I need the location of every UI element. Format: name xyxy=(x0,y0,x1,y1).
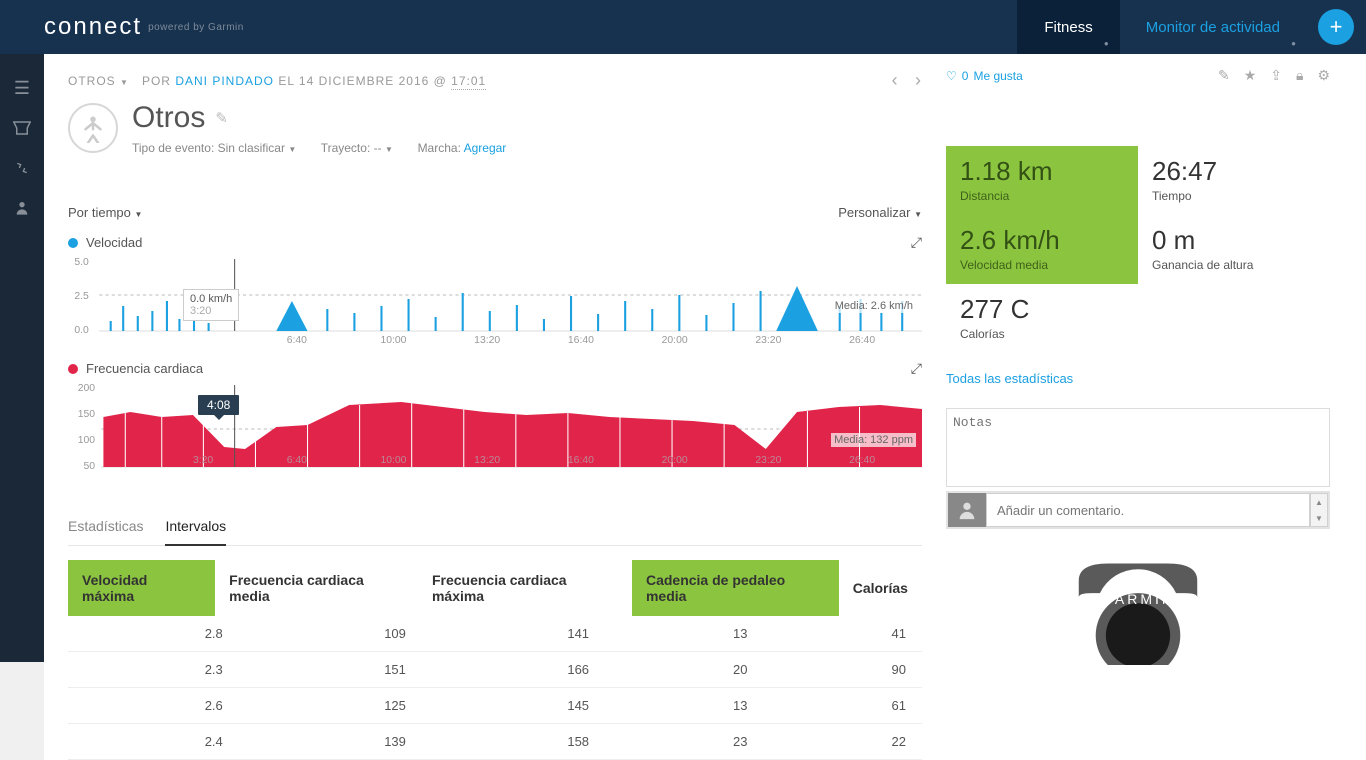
svg-text:6:40: 6:40 xyxy=(287,455,308,466)
svg-text:6:40: 6:40 xyxy=(287,335,308,346)
comment-stepper[interactable]: ▲▼ xyxy=(1310,493,1328,527)
svg-text:23:20: 23:20 xyxy=(755,335,781,346)
hr-swatch xyxy=(68,364,78,374)
activity-type-icon xyxy=(68,103,118,153)
table-header[interactable]: Velocidad máxima xyxy=(68,560,215,616)
logo: connect xyxy=(44,13,142,41)
sync-icon[interactable] xyxy=(0,148,44,188)
share-icon[interactable]: ⇪ xyxy=(1270,67,1282,84)
edit-icon[interactable]: ✎ xyxy=(1218,67,1230,84)
app-header: connect powered by Garmin Fitness ● Moni… xyxy=(0,0,1366,54)
comment-input-wrap: ▲▼ xyxy=(946,491,1330,529)
hr-chart: Frecuencia cardiaca ⤢ 200 150 100 50 3:2… xyxy=(68,360,922,482)
stat-box: 277 CCalorías xyxy=(946,284,1138,353)
header-nav: Fitness ● Monitor de actividad ● + xyxy=(1017,0,1366,54)
table-header[interactable]: Frecuencia cardiaca máxima xyxy=(418,560,632,616)
stat-box: 26:47Tiempo xyxy=(1138,146,1330,215)
table-row: 2.31511662090 xyxy=(68,652,922,688)
speed-tooltip: 0.0 km/h 3:20 xyxy=(183,289,239,321)
stat-box: 1.18 kmDistancia xyxy=(946,146,1138,215)
add-button[interactable]: + xyxy=(1318,9,1354,45)
breadcrumb: OTROS ▼ POR DANI PINDADO EL 14 DICIEMBRE… xyxy=(68,70,922,91)
svg-text:150: 150 xyxy=(78,409,96,420)
svg-text:20:00: 20:00 xyxy=(662,455,688,466)
add-gear-link[interactable]: Agregar xyxy=(464,141,507,155)
tab-fitness-label: Fitness xyxy=(1044,19,1092,36)
svg-text:23:20: 23:20 xyxy=(755,455,781,466)
tab-intervals[interactable]: Intervalos xyxy=(165,508,226,546)
left-rail: ☰ xyxy=(0,54,44,662)
tab-activity-monitor-label: Monitor de actividad xyxy=(1146,19,1280,36)
logo-subtitle: powered by Garmin xyxy=(148,22,244,33)
inbox-icon[interactable] xyxy=(0,108,44,148)
chart-customize[interactable]: Personalizar ▼ xyxy=(838,205,922,220)
profile-icon[interactable] xyxy=(0,188,44,228)
svg-text:26:40: 26:40 xyxy=(849,455,875,466)
avatar xyxy=(948,493,986,527)
tab-fitness[interactable]: Fitness ● xyxy=(1017,0,1118,54)
svg-text:5.0: 5.0 xyxy=(74,257,89,268)
comment-input[interactable] xyxy=(986,493,1310,527)
svg-text:50: 50 xyxy=(84,461,96,472)
activity-title: Otros xyxy=(132,101,205,135)
table-row: 2.61251451361 xyxy=(68,688,922,724)
all-stats-link[interactable]: Todas las estadísticas xyxy=(946,371,1073,386)
table-header[interactable]: Calorías xyxy=(839,560,922,616)
notes-box[interactable] xyxy=(946,408,1330,487)
svg-text:2.5: 2.5 xyxy=(74,291,89,302)
event-type[interactable]: Tipo de evento: Sin clasificar xyxy=(132,141,285,155)
svg-text:0.0: 0.0 xyxy=(74,325,89,336)
svg-text:16:40: 16:40 xyxy=(568,335,594,346)
interval-table: Velocidad máximaFrecuencia cardiaca medi… xyxy=(68,560,922,616)
edit-title-icon[interactable]: ✎ xyxy=(215,109,228,127)
svg-text:16:40: 16:40 xyxy=(568,455,594,466)
svg-text:200: 200 xyxy=(78,383,96,394)
notes-textarea[interactable] xyxy=(953,415,1323,477)
speed-chart: Velocidad ⤢ 5.0 2.5 0.0 xyxy=(68,234,922,346)
lock-icon[interactable]: 🔒︎ xyxy=(1296,67,1303,84)
hr-cursor-badge: 4:08 xyxy=(198,395,239,415)
svg-text:20:00: 20:00 xyxy=(662,335,688,346)
tab-stats[interactable]: Estadísticas xyxy=(68,508,143,545)
star-icon[interactable]: ★ xyxy=(1244,67,1257,84)
course[interactable]: Trayecto: -- xyxy=(321,141,382,155)
next-icon[interactable]: › xyxy=(915,70,922,90)
hr-avg-label: Media: 132 ppm xyxy=(831,433,916,447)
table-header[interactable]: Cadencia de pedaleo media xyxy=(632,560,839,616)
svg-text:3:20: 3:20 xyxy=(193,455,214,466)
device-image: GARMIN xyxy=(946,555,1330,665)
svg-text:13:20: 13:20 xyxy=(474,335,500,346)
chart-xaxis-mode[interactable]: Por tiempo ▼ xyxy=(68,205,142,220)
expand-icon[interactable]: ⤢ xyxy=(911,234,922,251)
expand-icon[interactable]: ⤢ xyxy=(911,360,922,377)
svg-text:10:00: 10:00 xyxy=(380,335,406,346)
bc-time[interactable]: 17:01 xyxy=(451,74,486,90)
bc-user-link[interactable]: DANI PINDADO xyxy=(175,74,274,88)
stat-box: 2.6 km/hVelocidad media xyxy=(946,215,1138,284)
tab-activity-monitor[interactable]: Monitor de actividad ● xyxy=(1119,0,1306,54)
heart-icon: ♡ xyxy=(946,69,957,83)
svg-text:10:00: 10:00 xyxy=(380,455,406,466)
svg-text:100: 100 xyxy=(78,435,96,446)
menu-icon[interactable]: ☰ xyxy=(0,68,44,108)
table-header[interactable]: Frecuencia cardiaca media xyxy=(215,560,418,616)
prev-icon[interactable]: ‹ xyxy=(892,70,899,90)
stat-box: 0 mGanancia de altura xyxy=(1138,215,1330,284)
speed-avg-label: Media: 2.6 km/h xyxy=(832,299,916,313)
svg-text:13:20: 13:20 xyxy=(474,455,500,466)
table-row: 2.81091411341 xyxy=(68,616,922,652)
bc-category[interactable]: OTROS xyxy=(68,74,116,88)
gear-icon[interactable]: ⚙ xyxy=(1317,67,1330,84)
speed-swatch xyxy=(68,238,78,248)
table-row: 2.41391582322 xyxy=(68,724,922,760)
svg-text:26:40: 26:40 xyxy=(849,335,875,346)
like-button[interactable]: ♡ 0 Me gusta xyxy=(946,69,1023,83)
